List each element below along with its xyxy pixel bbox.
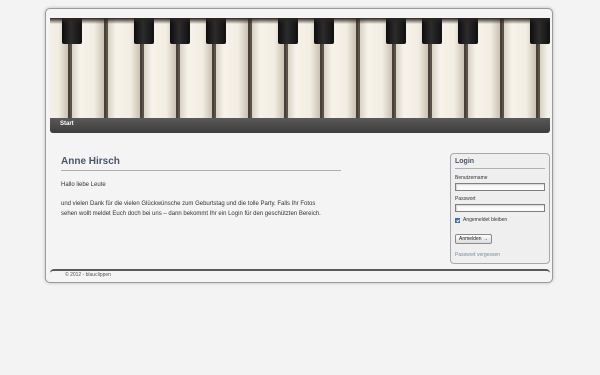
main-content: Anne Hirsch Hallo liebe Leute und vielen… [61, 156, 341, 219]
page-title: Anne Hirsch [61, 156, 341, 171]
page-container: Start Anne Hirsch Hallo liebe Leute und … [45, 8, 553, 283]
password-label: Passwort [455, 196, 476, 202]
password-input[interactable] [455, 204, 545, 212]
username-input[interactable] [455, 183, 545, 191]
remember-me-checkbox[interactable] [455, 217, 460, 223]
username-label: Benutzername [455, 175, 488, 181]
login-panel: Login Benutzername Passwort Angemeldet b… [450, 153, 550, 264]
login-submit-button[interactable]: Anmelden → [455, 234, 492, 244]
header-banner-piano-keys [50, 18, 550, 118]
footer-copyright: © 2012 - blauclippen [65, 272, 111, 278]
login-title: Login [455, 158, 545, 169]
piano-keys-image [50, 18, 550, 118]
remember-me-row: Angemeldet bleiben [455, 217, 545, 223]
greeting-text: Hallo liebe Leute [61, 182, 106, 188]
remember-me-label[interactable]: Angemeldet bleiben [463, 217, 507, 223]
forgot-password-link[interactable]: Passwort vergessen [455, 252, 545, 258]
nav-item-start[interactable]: Start [60, 121, 74, 127]
main-navigation: Start [50, 118, 550, 133]
footer: © 2012 - blauclippen [50, 269, 550, 283]
body-text: und vielen Dank für die vielen Glückwüns… [61, 201, 321, 217]
